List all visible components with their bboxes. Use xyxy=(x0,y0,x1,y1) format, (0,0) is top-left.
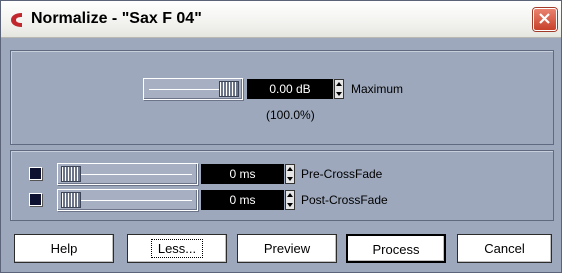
slider-track xyxy=(63,200,192,201)
post-crossfade-value-field[interactable]: 0 ms xyxy=(201,190,284,210)
title-bar[interactable]: Normalize - "Sax F 04" xyxy=(1,1,561,38)
window-title: Normalize - "Sax F 04" xyxy=(31,10,202,27)
cancel-button-label: Cancel xyxy=(484,241,525,256)
pre-crossfade-value-field[interactable]: 0 ms xyxy=(201,164,284,184)
help-button[interactable]: Help xyxy=(14,234,114,263)
preview-button-label: Preview xyxy=(263,241,311,256)
post-crossfade-checkbox[interactable] xyxy=(29,193,42,206)
maximum-slider[interactable] xyxy=(143,78,243,100)
maximum-spinner[interactable] xyxy=(334,79,344,99)
cubase-logo-icon xyxy=(11,13,22,27)
pre-crossfade-spinner[interactable] xyxy=(285,164,295,184)
spin-down-icon[interactable] xyxy=(287,177,293,181)
help-button-label: Help xyxy=(50,241,78,256)
pre-crossfade-checkbox[interactable] xyxy=(29,167,42,180)
less-button[interactable]: Less... xyxy=(127,234,227,263)
spin-up-icon[interactable] xyxy=(287,167,293,171)
post-crossfade-label: Post-CrossFade xyxy=(301,193,388,207)
spin-up-icon[interactable] xyxy=(287,193,293,197)
post-crossfade-slider[interactable] xyxy=(57,189,198,211)
maximum-value-field[interactable]: 0.00 dB xyxy=(247,79,333,99)
maximum-percent: (100.0%) xyxy=(266,108,315,122)
pre-crossfade-label: Pre-CrossFade xyxy=(301,167,383,181)
maximum-label: Maximum xyxy=(351,82,404,96)
preview-button[interactable]: Preview xyxy=(237,234,337,263)
spin-down-icon[interactable] xyxy=(287,203,293,207)
slider-thumb[interactable] xyxy=(61,166,81,182)
spin-up-icon[interactable] xyxy=(336,82,342,86)
slider-track xyxy=(63,174,192,175)
normalize-dialog: Normalize - "Sax F 04" 0.00 dB Maximum (… xyxy=(0,0,562,273)
spin-down-icon[interactable] xyxy=(336,92,342,96)
pre-crossfade-slider[interactable] xyxy=(57,163,198,185)
process-button[interactable]: Process xyxy=(346,234,446,263)
slider-thumb[interactable] xyxy=(61,192,81,208)
cancel-button[interactable]: Cancel xyxy=(457,234,552,263)
less-button-label: Less... xyxy=(150,239,204,258)
process-button-label: Process xyxy=(372,242,420,257)
close-button[interactable] xyxy=(533,8,557,31)
close-icon xyxy=(539,13,550,24)
slider-thumb[interactable] xyxy=(219,81,239,97)
post-crossfade-spinner[interactable] xyxy=(285,190,295,210)
